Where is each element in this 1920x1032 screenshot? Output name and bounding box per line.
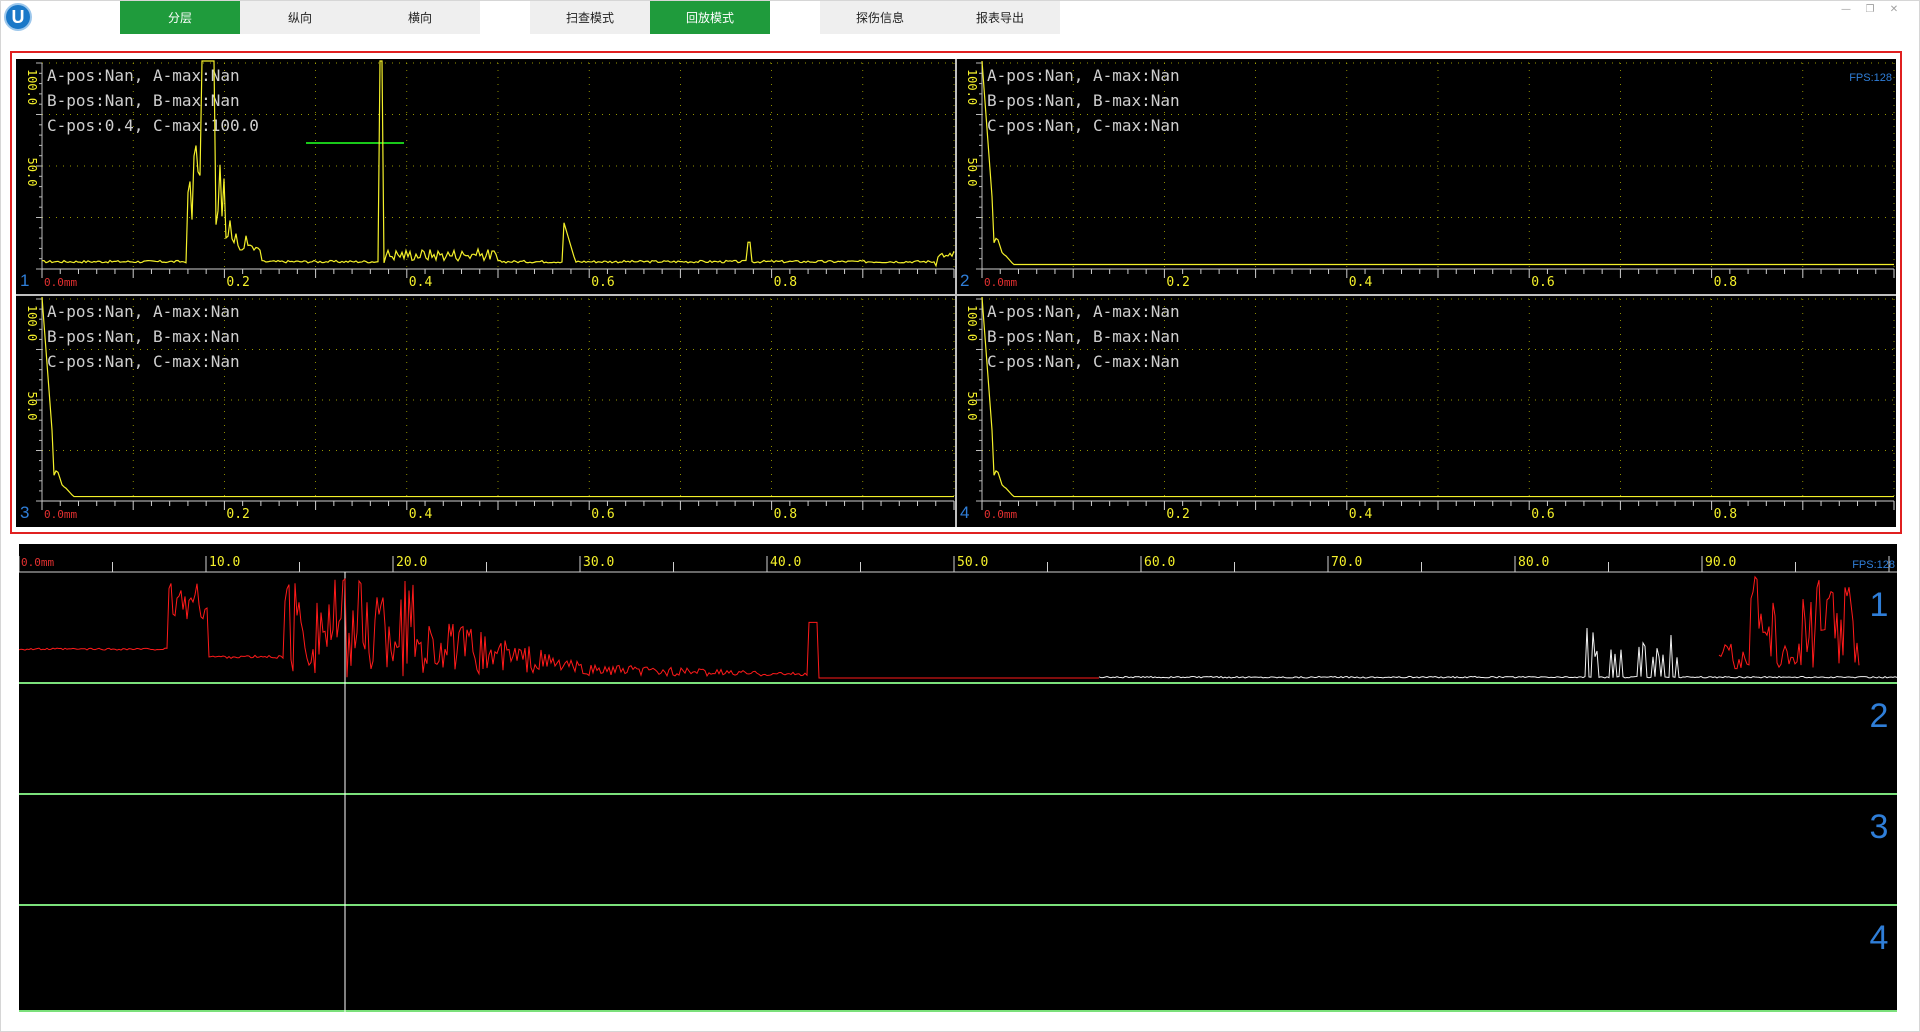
- bscan-x-tick-label: 20.0: [396, 555, 427, 570]
- tab-layer[interactable]: 分层: [120, 1, 240, 34]
- top-toolbar: 分层 纵向 横向 扫查模式 回放模式 探伤信息 报表导出: [120, 1, 1060, 34]
- gate-readout: C-pos:Nan, C-max:Nan: [987, 116, 1180, 135]
- x-tick-label: 0.2: [1166, 507, 1189, 522]
- x-tick-label: 0.6: [1531, 507, 1554, 522]
- y-tick-label: 100.0: [25, 69, 39, 105]
- tab-playback-mode[interactable]: 回放模式: [650, 1, 770, 34]
- x-tick-label: 0.6: [591, 275, 614, 290]
- y-tick-label: 50.0: [25, 392, 39, 421]
- bscan-row-label: 2: [1870, 697, 1889, 735]
- bscan-x-tick-label: 80.0: [1518, 555, 1549, 570]
- channel-number: 3: [20, 503, 29, 522]
- tab-scan-mode[interactable]: 扫查模式: [530, 1, 650, 34]
- bscan-x-tick-label: 30.0: [583, 555, 614, 570]
- x-tick-label: 0.6: [591, 507, 614, 522]
- x-tick-label: 0.2: [226, 507, 249, 522]
- x-tick-label: 0.8: [774, 507, 797, 522]
- restore-button[interactable]: ❐: [1858, 3, 1882, 17]
- channel-number: 1: [20, 271, 29, 290]
- y-tick-label: 100.0: [965, 305, 979, 341]
- x-origin-label: 0.0mm: [44, 276, 77, 289]
- bscan-view: 0.0mm 10.0 20.0 30.0 40.0 50.0 60.0 70.0 80.0 90.…: [19, 544, 1897, 1012]
- toolbar-spacer: [770, 1, 820, 34]
- close-button[interactable]: ✕: [1882, 3, 1906, 17]
- x-origin-label: 0.0mm: [984, 276, 1017, 289]
- toolbar-spacer: [480, 1, 530, 34]
- x-tick-label: 0.2: [226, 275, 249, 290]
- ascan-channel-2: 100.0 50.0 0.0mm 0.2 0.4 0.6 0.8 2 A-pos:Nan, A-…: [960, 60, 1895, 290]
- bscan-x-tick-label: 50.0: [957, 555, 988, 570]
- window-controls: — ❐ ✕: [1834, 3, 1906, 17]
- tab-longitudinal[interactable]: 纵向: [240, 1, 360, 34]
- bscan-row-label: 1: [1870, 586, 1889, 624]
- gate-readout: C-pos:Nan, C-max:Nan: [987, 352, 1180, 371]
- bscan-x-tick-label: 70.0: [1331, 555, 1362, 570]
- x-origin-label: 0.0mm: [984, 508, 1017, 521]
- app-logo: U: [4, 3, 32, 31]
- channel-number: 4: [960, 503, 969, 522]
- x-origin-label: 0.0mm: [44, 508, 77, 521]
- ascan-channel-3: 100.0 50.0 0.0mm 0.2 0.4 0.6 0.8 3 A-pos:Nan, A-…: [20, 296, 955, 522]
- bscan-x-tick-label: 10.0: [209, 555, 240, 570]
- x-tick-label: 0.8: [774, 275, 797, 290]
- x-tick-label: 0.4: [1349, 275, 1373, 290]
- channel-number: 2: [960, 271, 969, 290]
- gate-readout: C-pos:Nan, C-max:Nan: [47, 352, 240, 371]
- y-tick-label: 100.0: [965, 69, 979, 105]
- x-tick-label: 0.8: [1714, 507, 1737, 522]
- tab-report-export[interactable]: 报表导出: [940, 1, 1060, 34]
- x-tick-label: 0.6: [1531, 275, 1554, 290]
- ascan-channel-4: 100.0 50.0 0.0mm 0.2 0.4 0.6 0.8 4 A-pos:Nan, A-…: [960, 296, 1895, 522]
- bscan-x-tick-label: 60.0: [1144, 555, 1175, 570]
- minimize-button[interactable]: —: [1834, 3, 1858, 17]
- bscan-x-tick-label: 90.0: [1705, 555, 1736, 570]
- x-tick-label: 0.4: [409, 507, 433, 522]
- x-tick-label: 0.8: [1714, 275, 1737, 290]
- x-tick-label: 0.4: [1349, 507, 1373, 522]
- tab-inspection-info[interactable]: 探伤信息: [820, 1, 940, 34]
- y-tick-label: 50.0: [965, 158, 979, 187]
- y-tick-label: 50.0: [965, 392, 979, 421]
- bscan-x-tick-label: 40.0: [770, 555, 801, 570]
- gate-readout: A-pos:Nan, A-max:Nan: [987, 66, 1180, 85]
- tab-transverse[interactable]: 横向: [360, 1, 480, 34]
- gate-readout: A-pos:Nan, A-max:Nan: [47, 66, 240, 85]
- x-tick-label: 0.4: [409, 275, 433, 290]
- ascan-channel-1: 100.0 50.0 0.0mm 0.2 0.4 0.6 0.8 1 A-pos:Nan, A-…: [20, 60, 955, 290]
- gate-readout: B-pos:Nan, B-max:Nan: [47, 91, 240, 110]
- gate-readout: A-pos:Nan, A-max:Nan: [987, 302, 1180, 321]
- gate-readout: B-pos:Nan, B-max:Nan: [987, 327, 1180, 346]
- gate-readout: A-pos:Nan, A-max:Nan: [47, 302, 240, 321]
- bscan-row-label: 4: [1870, 919, 1889, 957]
- bscan-origin-label: 0.0mm: [21, 556, 54, 569]
- gate-readout: B-pos:Nan, B-max:Nan: [47, 327, 240, 346]
- gate-readout: B-pos:Nan, B-max:Nan: [987, 91, 1180, 110]
- ascan-grid: 100.0 50.0 0.0mm 0.2 0.4 0.6 0.8 1 A-pos:Nan, A-…: [16, 59, 1896, 527]
- y-tick-label: 100.0: [25, 305, 39, 341]
- bscan-row-label: 3: [1870, 808, 1889, 846]
- gate-readout: C-pos:0.4, C-max:100.0: [47, 116, 259, 135]
- y-tick-label: 50.0: [25, 158, 39, 187]
- bscan-fps-label: FPS:128: [1852, 559, 1895, 571]
- fps-label: FPS:128: [1849, 72, 1892, 84]
- x-tick-label: 0.2: [1166, 275, 1189, 290]
